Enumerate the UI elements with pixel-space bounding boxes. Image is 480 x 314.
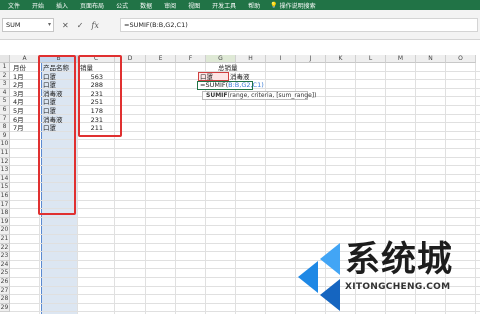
row-header-1[interactable]: 1 xyxy=(0,63,10,72)
grid-row-line xyxy=(10,182,480,184)
enter-icon[interactable]: ✓ xyxy=(77,21,84,30)
column-header-l[interactable]: L xyxy=(356,55,386,63)
column-header-e[interactable]: E xyxy=(146,55,176,63)
row-header-14[interactable]: 14 xyxy=(0,174,10,184)
row-header-26[interactable]: 26 xyxy=(0,278,10,287)
row-header-21[interactable]: 21 xyxy=(0,235,10,244)
tell-me-search[interactable]: 操作说明搜索 xyxy=(280,1,316,10)
row-header-9[interactable]: 9 xyxy=(0,131,10,141)
row-header-27[interactable]: 27 xyxy=(0,286,10,296)
insert-function-icon[interactable]: fx xyxy=(91,21,98,30)
row-header-25[interactable]: 25 xyxy=(0,269,10,278)
logo-brand-text: 系统城 xyxy=(345,239,454,280)
row-header-24[interactable]: 24 xyxy=(0,260,10,270)
cell-g3-editing[interactable]: =SUMIF(B:B,G2,C1) xyxy=(197,81,264,90)
cell-month[interactable]: 7月 xyxy=(13,124,24,132)
column-header-a[interactable]: A xyxy=(10,55,40,63)
column-header-m[interactable]: M xyxy=(386,55,416,63)
column-header-o[interactable]: O xyxy=(446,55,476,63)
tooltip-function-name: SUMIF xyxy=(206,92,228,99)
logo-url-text: XITONGCHENG.COM xyxy=(345,282,451,292)
ribbon-tabs: 文件 开始 插入 页面布局 公式 数据 审阅 视图 开发工具 帮助 💡 操作说明… xyxy=(0,0,480,10)
grid-row-line xyxy=(10,191,480,192)
row-header-22[interactable]: 22 xyxy=(0,243,10,253)
grid-row-line xyxy=(10,156,480,158)
edit-args: B:B,G2,C1) xyxy=(228,81,264,89)
cell-g2[interactable]: 口罩 xyxy=(200,73,213,81)
cell-month[interactable]: 3月 xyxy=(13,90,24,98)
cell-month[interactable]: 1月 xyxy=(13,73,24,81)
tab-review[interactable]: 审阅 xyxy=(158,1,182,10)
tab-developer[interactable]: 开发工具 xyxy=(206,1,242,10)
grid-row-line xyxy=(10,139,480,141)
chevron-down-icon[interactable]: ▾ xyxy=(48,19,51,31)
row-header-13[interactable]: 13 xyxy=(0,166,10,175)
grid-row-line xyxy=(10,173,480,175)
grid-row-line xyxy=(10,208,480,210)
column-header-j[interactable]: J xyxy=(296,55,326,63)
lightbulb-icon: 💡 xyxy=(270,1,278,9)
row-header-3[interactable]: 3 xyxy=(0,80,10,89)
grid-row-line xyxy=(10,165,480,167)
logo-triangle-bottom xyxy=(320,279,340,311)
row-header-29[interactable]: 29 xyxy=(0,303,10,313)
row-header-19[interactable]: 19 xyxy=(0,217,10,227)
column-header-i[interactable]: I xyxy=(266,55,296,63)
cell-month[interactable]: 5月 xyxy=(13,107,24,115)
row-header-7[interactable]: 7 xyxy=(0,114,10,124)
tab-file[interactable]: 文件 xyxy=(2,1,26,10)
logo-triangle-left xyxy=(298,261,318,293)
cell-month[interactable]: 2月 xyxy=(13,81,24,89)
row-header-15[interactable]: 15 xyxy=(0,183,10,192)
row-header-17[interactable]: 17 xyxy=(0,200,10,210)
column-header-f[interactable]: F xyxy=(176,55,206,63)
column-header-g[interactable]: G xyxy=(206,55,236,63)
tab-help[interactable]: 帮助 xyxy=(242,1,266,10)
row-header-16[interactable]: 16 xyxy=(0,192,10,201)
grid-row-line xyxy=(10,199,480,201)
row-header-4[interactable]: 4 xyxy=(0,88,10,98)
column-header-k[interactable]: K xyxy=(326,55,356,63)
select-all-corner[interactable] xyxy=(0,55,10,63)
row-header-8[interactable]: 8 xyxy=(0,123,10,132)
row-header-6[interactable]: 6 xyxy=(0,106,10,115)
name-box-value: SUM xyxy=(6,21,21,29)
row-header-11[interactable]: 11 xyxy=(0,149,10,158)
cell-h2[interactable]: 消毒液 xyxy=(230,73,250,81)
row-header-18[interactable]: 18 xyxy=(0,209,10,218)
grid-row-line xyxy=(10,216,480,218)
edit-prefix: =SUMIF( xyxy=(200,81,229,89)
name-box[interactable]: SUM ▾ xyxy=(2,18,54,32)
row-header-23[interactable]: 23 xyxy=(0,252,10,261)
cell-month[interactable]: 6月 xyxy=(13,116,24,124)
cell-a1[interactable]: 月份 xyxy=(13,64,26,72)
tab-home[interactable]: 开始 xyxy=(26,1,50,10)
row-header-2[interactable]: 2 xyxy=(0,71,10,81)
cancel-icon[interactable]: ✕ xyxy=(62,21,69,30)
highlight-product-column xyxy=(38,55,76,215)
formula-bar: SUM ▾ ✕ ✓ fx =SUMIF(B:B,G2,C1) xyxy=(0,10,480,40)
row-header-12[interactable]: 12 xyxy=(0,157,10,167)
formula-input[interactable]: =SUMIF(B:B,G2,C1) xyxy=(120,18,478,32)
grid-row-line xyxy=(10,225,480,227)
column-header-n[interactable]: N xyxy=(416,55,446,63)
tab-page-layout[interactable]: 页面布局 xyxy=(74,1,110,10)
column-header-h[interactable]: H xyxy=(236,55,266,63)
row-header-20[interactable]: 20 xyxy=(0,226,10,235)
tab-insert[interactable]: 插入 xyxy=(50,1,74,10)
cell-month[interactable]: 4月 xyxy=(13,98,24,106)
function-tooltip: SUMIF(range, criteria, [sum_range]) xyxy=(202,91,316,100)
tab-formulas[interactable]: 公式 xyxy=(110,1,134,10)
grid-row-line xyxy=(10,148,480,149)
row-header-28[interactable]: 28 xyxy=(0,295,10,304)
tab-data[interactable]: 数据 xyxy=(134,1,158,10)
row-header-5[interactable]: 5 xyxy=(0,97,10,106)
tab-view[interactable]: 视图 xyxy=(182,1,206,10)
tooltip-arguments: (range, criteria, [sum_range]) xyxy=(227,92,317,99)
logo-triangle-top xyxy=(320,243,340,275)
row-header-10[interactable]: 10 xyxy=(0,140,10,149)
highlight-sales-column xyxy=(78,55,122,137)
